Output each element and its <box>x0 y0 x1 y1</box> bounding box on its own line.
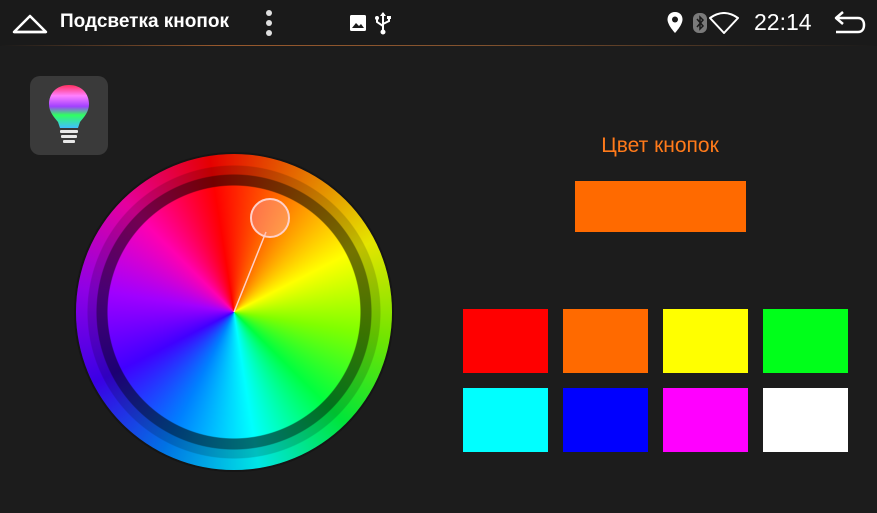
image-icon <box>350 15 366 31</box>
preset-red[interactable] <box>463 309 548 373</box>
back-icon[interactable] <box>830 9 866 37</box>
preset-blue[interactable] <box>563 388 648 452</box>
app-title: Подсветка кнопок <box>60 11 229 32</box>
wifi-icon <box>709 12 739 34</box>
selector-line <box>233 231 267 313</box>
home-icon[interactable] <box>12 10 48 36</box>
preset-orange[interactable] <box>563 309 648 373</box>
preset-cyan[interactable] <box>463 388 548 452</box>
preset-green[interactable] <box>763 309 848 373</box>
bulb-app-icon <box>30 76 108 155</box>
title-divider <box>0 45 877 46</box>
current-color-swatch <box>575 181 746 232</box>
color-wheel-overlay <box>233 231 267 313</box>
bulb-icon <box>49 85 89 143</box>
bluetooth-icon <box>693 13 707 33</box>
color-selector-handle[interactable] <box>250 198 290 238</box>
preset-white[interactable] <box>763 388 848 452</box>
status-bar: Подсветка кнопок 22:14 <box>0 0 877 46</box>
color-wheel[interactable] <box>76 154 392 470</box>
usb-icon <box>375 12 391 35</box>
clock: 22:14 <box>754 9 812 35</box>
preset-yellow[interactable] <box>663 309 748 373</box>
menu-icon[interactable] <box>262 8 276 38</box>
preset-magenta[interactable] <box>663 388 748 452</box>
button-color-label: Цвет кнопок <box>601 134 719 157</box>
location-icon <box>667 12 683 33</box>
